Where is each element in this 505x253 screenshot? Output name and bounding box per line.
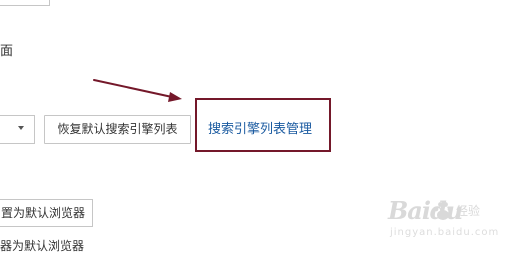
- arrow-head: [168, 92, 182, 102]
- browser-settings-page: 面 恢复默认搜索引擎列表 搜索引擎列表管理 置为默认浏览器 器为默认浏览器 Ba…: [0, 0, 505, 253]
- watermark-label: 经验: [456, 204, 481, 218]
- default-browser-status: 器为默认浏览器: [0, 239, 85, 253]
- manage-search-engines-link[interactable]: 搜索引擎列表管理: [208, 122, 312, 138]
- watermark-logo-text: Baidu: [388, 196, 463, 225]
- arrow-shaft: [93, 79, 173, 98]
- top-control-fragment[interactable]: [0, 0, 50, 6]
- search-engine-select[interactable]: [0, 115, 35, 144]
- baidu-jingyan-watermark: Baidu 经验 jingyan.baidu.com: [388, 196, 500, 248]
- paw-icon: [433, 202, 453, 220]
- set-default-browser-button[interactable]: 置为默认浏览器: [0, 199, 93, 227]
- section-heading: 面: [0, 44, 14, 59]
- chevron-down-icon: [18, 126, 24, 130]
- restore-default-search-engines-button[interactable]: 恢复默认搜索引擎列表: [44, 115, 191, 144]
- watermark-domain: jingyan.baidu.com: [390, 227, 500, 238]
